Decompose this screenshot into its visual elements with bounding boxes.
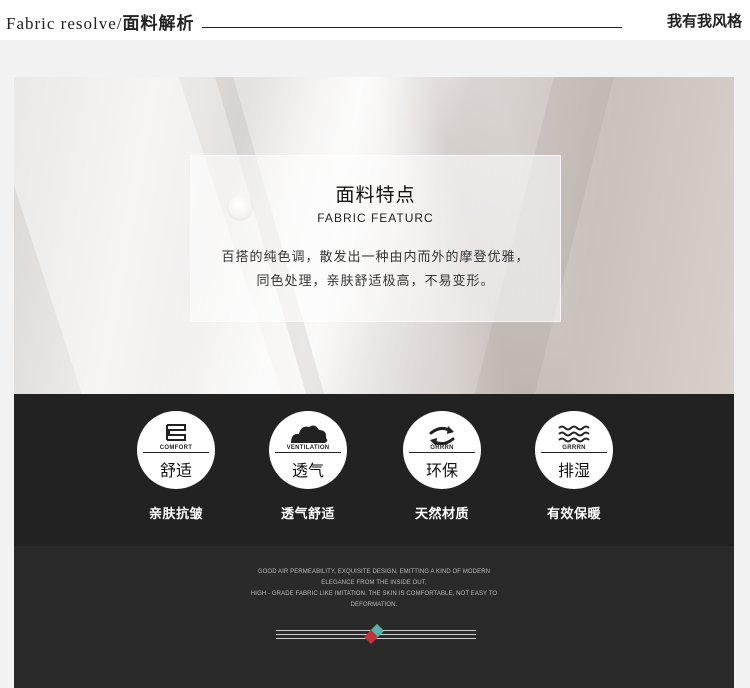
description-panel: GOOD AIR PERMEABILITY, EXQUISITE DESIGN,… bbox=[14, 546, 734, 688]
feature-badge: VENTILATION 透气 bbox=[269, 411, 347, 489]
card-description-line: 同色处理，亲肤舒适极高，不易变形。 bbox=[256, 273, 495, 288]
badge-divider bbox=[143, 452, 209, 453]
decorative-divider bbox=[276, 623, 476, 645]
header-divider bbox=[202, 27, 622, 28]
feature-badge-en: VENTILATION bbox=[286, 445, 330, 451]
feature-badge: COMFORT 舒适 bbox=[137, 411, 215, 489]
badge-divider bbox=[541, 452, 607, 453]
feature-badge-cn: 排湿 bbox=[557, 463, 590, 480]
card-description-line: 百搭的纯色调，散发出一种由内而外的摩登优雅， bbox=[221, 249, 530, 264]
english-description: GOOD AIR PERMEABILITY, EXQUISITE DESIGN,… bbox=[14, 567, 734, 611]
brand-slogan: 我有我风格 bbox=[666, 12, 742, 30]
english-description-line: ELEGANCE FROM THE INSIDE OUT, bbox=[321, 580, 427, 586]
feature-ventilation: VENTILATION 透气 透气舒适 bbox=[260, 411, 356, 522]
feature-caption: 透气舒适 bbox=[280, 506, 335, 521]
feature-badge-en: GRRRN bbox=[562, 445, 586, 451]
english-description-line: DEFORMATION. bbox=[350, 602, 398, 608]
feature-badge: GRRRN 排湿 bbox=[535, 411, 613, 489]
feature-caption: 有效保暖 bbox=[546, 506, 601, 521]
card-description: 百搭的纯色调，散发出一种由内而外的摩登优雅， 同色处理，亲肤舒适极高，不易变形。 bbox=[191, 245, 560, 293]
badge-divider bbox=[275, 452, 341, 453]
feature-moisture: GRRRN 排湿 有效保暖 bbox=[526, 411, 622, 522]
feature-eco: GRRRN 环保 天然材质 bbox=[394, 411, 490, 522]
feature-badge-en: GRRRN bbox=[430, 445, 454, 451]
features-panel: COMFORT 舒适 亲肤抗皱 VENTILATION 透气 透气舒适 GRRR… bbox=[14, 394, 734, 546]
feature-badge: GRRRN 环保 bbox=[403, 411, 481, 489]
header-bar: Fabric resolve/面料解析 我有我风格 bbox=[0, 0, 750, 40]
feature-badge-cn: 环保 bbox=[425, 463, 458, 480]
english-description-line: GOOD AIR PERMEABILITY, EXQUISITE DESIGN,… bbox=[257, 569, 491, 575]
fabric-photo: 面料特点 FABRIC FEATURC 百搭的纯色调，散发出一种由内而外的摩登优… bbox=[14, 77, 734, 394]
feature-caption: 天然材质 bbox=[414, 506, 469, 521]
section-title: Fabric resolve/面料解析 bbox=[6, 9, 195, 34]
section-title-en: Fabric resolve/ bbox=[6, 14, 123, 33]
feature-badge-en: COMFORT bbox=[159, 445, 193, 451]
fabric-feature-card: 面料特点 FABRIC FEATURC 百搭的纯色调，散发出一种由内而外的摩登优… bbox=[190, 155, 561, 322]
feature-badge-cn: 舒适 bbox=[159, 463, 192, 480]
card-subtitle: FABRIC FEATURC bbox=[317, 211, 434, 225]
feature-badge-cn: 透气 bbox=[291, 463, 324, 480]
feature-caption: 亲肤抗皱 bbox=[148, 506, 203, 521]
card-title: 面料特点 bbox=[335, 185, 416, 206]
badge-divider bbox=[409, 452, 475, 453]
english-description-line: HIGH - GRADE FABRIC LIKE IMITATION. THE … bbox=[250, 591, 498, 597]
section-title-cn: 面料解析 bbox=[122, 14, 195, 33]
feature-comfort: COMFORT 舒适 亲肤抗皱 bbox=[128, 411, 224, 522]
